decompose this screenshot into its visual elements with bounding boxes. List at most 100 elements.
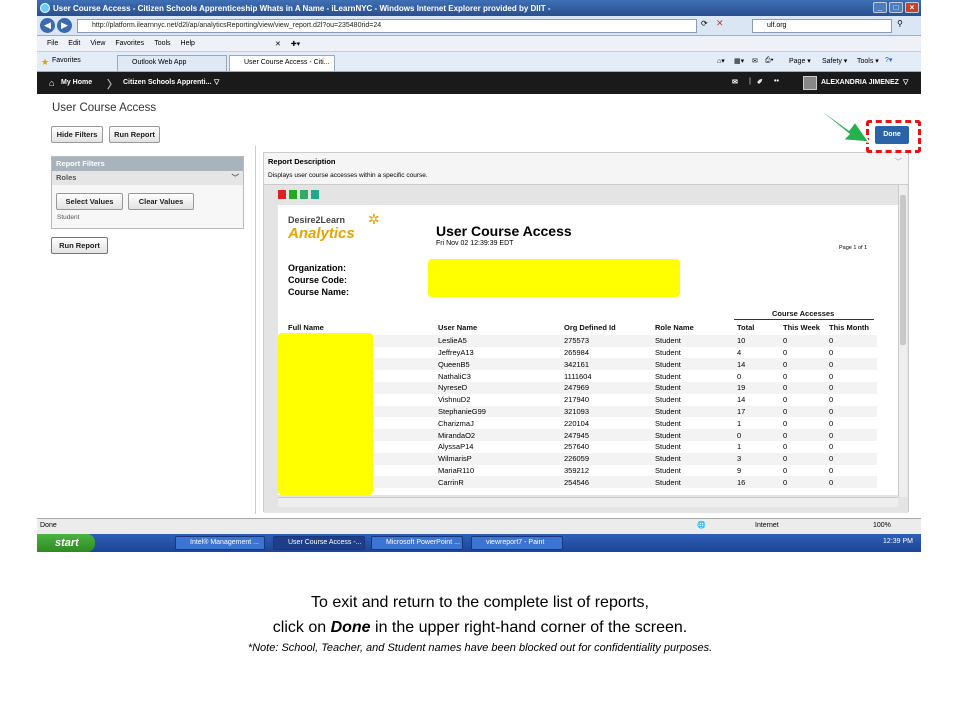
page-menu[interactable]: Page ▾	[789, 57, 811, 65]
organization-label: Organization:	[288, 263, 346, 273]
tab-outlook[interactable]: Outlook Web App	[117, 55, 227, 71]
safety-menu[interactable]: Safety ▾	[822, 57, 847, 65]
print-export-icon[interactable]	[311, 190, 319, 199]
table-cell: 17	[737, 406, 746, 416]
roles-header[interactable]: Roles ﹀	[52, 171, 243, 185]
close-button[interactable]: ×	[905, 2, 919, 13]
tools-menu[interactable]: Tools ▾	[857, 57, 879, 65]
table-cell: Student	[655, 347, 681, 357]
chevron-down-icon[interactable]: ﹀	[895, 156, 903, 167]
report-date: Fri Nov 02 12:39:39 EDT	[436, 240, 514, 247]
table-cell: 4	[737, 347, 742, 357]
table-cell: 0	[829, 442, 834, 452]
menu-file[interactable]: File	[47, 40, 58, 47]
user-name[interactable]: ALEXANDRIA JIMENEZ	[821, 79, 899, 86]
scroll-thumb[interactable]	[900, 195, 906, 345]
menu-help[interactable]: Help	[181, 40, 195, 47]
excel-export-icon[interactable]	[289, 190, 297, 199]
table-cell: CharizmaJ	[438, 418, 474, 428]
pdf-export-icon[interactable]	[278, 190, 286, 199]
chat-icon[interactable]: ••	[774, 78, 779, 85]
logo-bottom: Analytics	[288, 225, 355, 242]
home-icon[interactable]: ⌂	[49, 78, 54, 88]
start-label: start	[55, 537, 79, 549]
clear-values-button[interactable]: Clear Values	[128, 193, 194, 210]
task-user-course-access[interactable]: User Course Access -...	[273, 536, 365, 550]
horizontal-scrollbar[interactable]	[278, 497, 898, 507]
refresh-icon[interactable]: ⟳	[701, 19, 708, 28]
run-report-button[interactable]: Run Report	[109, 126, 160, 143]
table-cell: Student	[655, 430, 681, 440]
divider	[734, 319, 874, 320]
print-icon[interactable]: ⎙▾	[765, 57, 774, 65]
my-home-link[interactable]: My Home	[61, 79, 92, 86]
notification-icon[interactable]: ✐	[757, 78, 763, 86]
table-cell: VishnuD2	[438, 395, 471, 405]
logo-top: Desire2Learn	[288, 215, 346, 225]
run-report-filter-button[interactable]: Run Report	[51, 237, 108, 254]
chevron-down-icon[interactable]: ﹀	[232, 171, 240, 185]
stop-icon[interactable]: ✕	[716, 18, 724, 29]
table-cell: 0	[829, 465, 834, 475]
report-labels: Organization: Course Code: Course Name:	[288, 262, 349, 298]
csv-export-icon[interactable]	[300, 190, 308, 199]
table-cell: QueenB5	[438, 359, 470, 369]
caption-line2: click on Done in the upper right-hand co…	[0, 615, 960, 640]
table-cell: 0	[829, 454, 834, 464]
task-powerpoint[interactable]: Microsoft PowerPoint ...	[371, 536, 463, 550]
table-cell: 265984	[564, 347, 590, 357]
vertical-scrollbar[interactable]	[898, 185, 907, 497]
menu-favorites[interactable]: Favorites	[115, 40, 144, 47]
maximize-button[interactable]: □	[889, 2, 903, 13]
avatar[interactable]	[803, 76, 817, 90]
task-intel[interactable]: Intel® Management ...	[175, 536, 265, 550]
home-icon[interactable]: ⌂▾	[717, 57, 725, 65]
table-cell: 14	[737, 395, 746, 405]
click-arrow-icon	[812, 103, 871, 143]
favorites-button[interactable]: Favorites	[52, 57, 81, 64]
caption-emphasis: Done	[330, 619, 371, 636]
page-number: Page 1 of 1	[839, 245, 868, 251]
table-cell: Student	[655, 359, 681, 369]
feeds-icon[interactable]: ▦▾	[734, 57, 744, 65]
mail-icon[interactable]: ✉	[752, 57, 758, 65]
table-cell: 0	[783, 359, 788, 369]
menu-edit[interactable]: Edit	[68, 40, 80, 47]
hide-filters-button[interactable]: Hide Filters	[51, 126, 103, 143]
task-paint[interactable]: viewreport7 - Paint	[471, 536, 563, 550]
chevron-down-icon[interactable]: ▽	[903, 78, 908, 86]
back-button[interactable]: ◀	[40, 18, 55, 33]
close-tab-icon[interactable]: ✕	[275, 40, 281, 48]
message-icon[interactable]: ✉	[732, 78, 738, 86]
table-cell: 0	[783, 395, 788, 405]
start-button[interactable]: start	[37, 534, 95, 552]
table-cell: CarrinR	[438, 477, 464, 487]
table-cell: MariaR110	[438, 465, 475, 475]
search-icon[interactable]: ⚲	[897, 19, 903, 28]
clock: 12:39 PM	[883, 538, 913, 545]
table-cell: MirandaO2	[438, 430, 476, 440]
menu-view[interactable]: View	[90, 40, 105, 47]
chevron-down-icon[interactable]: ▽	[214, 78, 219, 86]
table-cell: JeffreyA13	[438, 347, 474, 357]
course-selector[interactable]: Citizen Schools Apprenti...	[123, 79, 211, 86]
search-input[interactable]: ulf.org	[752, 19, 892, 33]
caption-line2-pre: click on	[272, 619, 331, 636]
zoom-level[interactable]: 100%	[873, 522, 891, 529]
table-cell: 0	[829, 477, 834, 487]
url-input[interactable]: http://platform.ilearnnyc.net/d2l/ap/ana…	[77, 19, 697, 33]
table-cell: 247969	[564, 383, 590, 393]
forward-button[interactable]: ▶	[57, 18, 72, 33]
select-values-button[interactable]: Select Values	[56, 193, 123, 210]
help-icon[interactable]: ?▾	[885, 56, 892, 64]
report-title: User Course Access	[436, 223, 572, 239]
menu-tools[interactable]: Tools	[154, 40, 170, 47]
page-title: User Course Access	[52, 102, 157, 114]
add-tab-icon[interactable]: ✚▾	[291, 40, 300, 48]
table-cell: 275573	[564, 336, 590, 346]
table-cell: 0	[829, 371, 834, 381]
minimize-button[interactable]: _	[873, 2, 887, 13]
table-cell: 0	[783, 406, 788, 416]
tab-user-course-access[interactable]: User Course Access - Citi...	[229, 55, 335, 71]
table-cell: 0	[829, 395, 834, 405]
